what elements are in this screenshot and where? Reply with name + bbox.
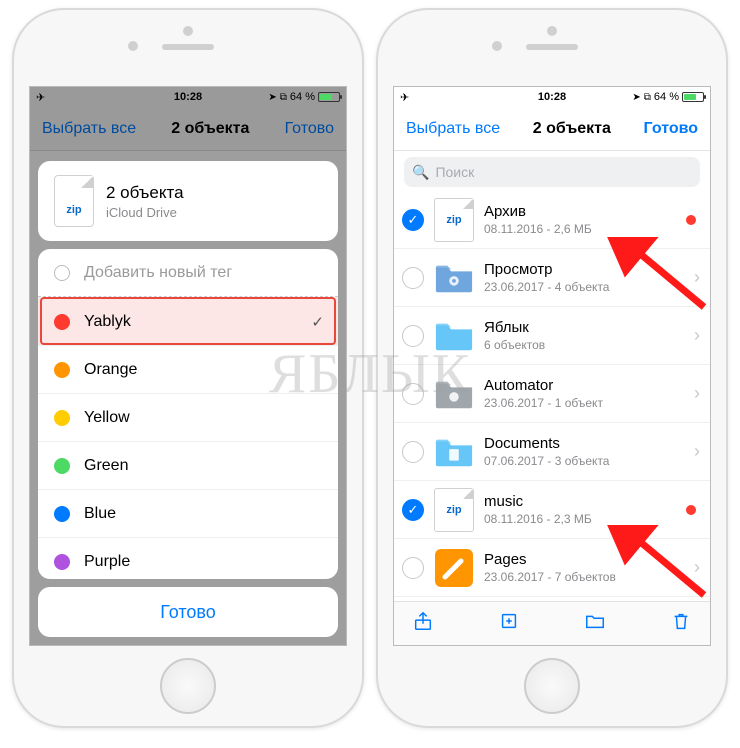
search-icon: 🔍 — [412, 164, 429, 181]
nav-bar: Выбрать все 2 объекта Готово — [394, 107, 710, 151]
nav-title: 2 объекта — [533, 120, 611, 138]
tag-label: Orange — [84, 361, 137, 379]
tag-sheet: zip 2 объекта iCloud Drive Добавить новы… — [38, 161, 338, 637]
search-placeholder: Поиск — [435, 164, 474, 180]
tag-label: Green — [84, 457, 128, 475]
location-icon: ➤ — [632, 92, 640, 103]
folder-icon — [434, 432, 474, 472]
move-icon[interactable] — [584, 610, 606, 637]
file-name: Яблык — [484, 319, 684, 336]
tag-row-purple[interactable]: Purple — [38, 537, 338, 579]
selection-circle[interactable]: ✓ — [402, 499, 424, 521]
battery-text: 64 % — [654, 91, 679, 103]
file-subtitle: 08.11.2016 - 2,3 МБ — [484, 512, 676, 526]
tag-color-dot-icon — [54, 458, 70, 474]
select-all-button[interactable]: Выбрать все — [406, 120, 500, 138]
share-icon[interactable] — [412, 610, 434, 637]
tag-dot-empty-icon — [54, 265, 70, 281]
airplane-icon: ✈︎ — [400, 91, 409, 104]
tag-color-dot-icon — [54, 314, 70, 330]
tag-row-green[interactable]: Green — [38, 441, 338, 489]
trash-icon[interactable] — [670, 610, 692, 637]
selection-circle[interactable]: ✓ — [402, 209, 424, 231]
file-subtitle: 07.06.2017 - 3 объекта — [484, 454, 684, 468]
folder-icon — [434, 258, 474, 298]
bluetooth-icon: ⧉ — [644, 92, 651, 103]
battery-text: 64 % — [290, 91, 315, 103]
folder-icon — [434, 316, 474, 356]
sheet-title: 2 объекта — [106, 183, 184, 203]
done-button[interactable]: Готово — [644, 120, 698, 138]
duplicate-icon[interactable] — [498, 610, 520, 637]
file-row[interactable]: ✓ zip Архив 08.11.2016 - 2,6 МБ — [394, 191, 710, 249]
zip-file-icon: zip — [54, 175, 94, 227]
file-name: music — [484, 493, 676, 510]
folder-icon — [434, 374, 474, 414]
airplane-icon: ✈︎ — [36, 91, 45, 104]
file-subtitle: 23.06.2017 - 4 объекта — [484, 280, 684, 294]
tag-color-dot-icon — [54, 410, 70, 426]
file-row[interactable]: Automator 23.06.2017 - 1 объект › — [394, 365, 710, 423]
selection-circle[interactable] — [402, 557, 424, 579]
toolbar — [394, 601, 710, 645]
add-tag-label: Добавить новый тег — [84, 264, 232, 282]
file-name: Automator — [484, 377, 684, 394]
tag-row-yellow[interactable]: Yellow — [38, 393, 338, 441]
tag-label: Yellow — [84, 409, 130, 427]
battery-icon — [682, 92, 704, 102]
file-subtitle: 23.06.2017 - 7 объектов — [484, 570, 684, 584]
file-subtitle: 08.11.2016 - 2,6 МБ — [484, 222, 676, 236]
sheet-subtitle: iCloud Drive — [106, 205, 184, 220]
status-bar: ✈︎ 10:28 ➤ ⧉ 64 % — [394, 87, 710, 107]
file-subtitle: 23.06.2017 - 1 объект — [484, 396, 684, 410]
file-row[interactable]: Яблык 6 объектов › — [394, 307, 710, 365]
tag-color-dot-icon — [54, 506, 70, 522]
file-name: Архив — [484, 203, 676, 220]
search-field[interactable]: 🔍 Поиск — [404, 157, 700, 187]
tag-label: Yablyk — [84, 313, 131, 331]
sheet-done-button[interactable]: Готово — [38, 587, 338, 637]
selection-circle[interactable] — [402, 267, 424, 289]
battery-icon — [318, 92, 340, 102]
chevron-right-icon: › — [694, 441, 700, 462]
tag-label: Blue — [84, 505, 116, 523]
tag-label: Purple — [84, 553, 130, 571]
location-icon: ➤ — [268, 92, 276, 103]
tag-row-blue[interactable]: Blue — [38, 489, 338, 537]
add-tag-row[interactable]: Добавить новый тег — [38, 249, 338, 297]
file-row[interactable]: Pages 23.06.2017 - 7 объектов › — [394, 539, 710, 597]
chevron-right-icon: › — [694, 557, 700, 578]
zip-file-icon: zip — [434, 198, 474, 242]
chevron-right-icon: › — [694, 267, 700, 288]
chevron-right-icon: › — [694, 383, 700, 404]
phone-right: ✈︎ 10:28 ➤ ⧉ 64 % Выбрать все 2 объекта … — [376, 8, 728, 728]
file-name: Pages — [484, 551, 684, 568]
file-name: Documents — [484, 435, 684, 452]
tag-row-orange[interactable]: Orange — [38, 345, 338, 393]
file-row[interactable]: ✓ zip music 08.11.2016 - 2,3 МБ — [394, 481, 710, 539]
phone-left: ✈︎ 10:28 ➤ ⧉ 64 % Выбрать все 2 объекта … — [12, 8, 364, 728]
chevron-right-icon: › — [694, 325, 700, 346]
file-row[interactable]: Documents 07.06.2017 - 3 объекта › — [394, 423, 710, 481]
home-button[interactable] — [524, 658, 580, 714]
tag-color-dot-icon — [54, 362, 70, 378]
selection-circle[interactable] — [402, 383, 424, 405]
bluetooth-icon: ⧉ — [280, 92, 287, 103]
tag-indicator-icon — [686, 505, 696, 515]
file-subtitle: 6 объектов — [484, 338, 684, 352]
zip-file-icon: zip — [434, 488, 474, 532]
selection-circle[interactable] — [402, 441, 424, 463]
file-name: Просмотр — [484, 261, 684, 278]
pages-app-icon — [434, 548, 474, 588]
file-row[interactable]: Просмотр 23.06.2017 - 4 объекта › — [394, 249, 710, 307]
tag-row-yablyk[interactable]: Yablyk — [38, 297, 338, 345]
selection-circle[interactable] — [402, 325, 424, 347]
tag-indicator-icon — [686, 215, 696, 225]
home-button[interactable] — [160, 658, 216, 714]
tag-color-dot-icon — [54, 554, 70, 570]
